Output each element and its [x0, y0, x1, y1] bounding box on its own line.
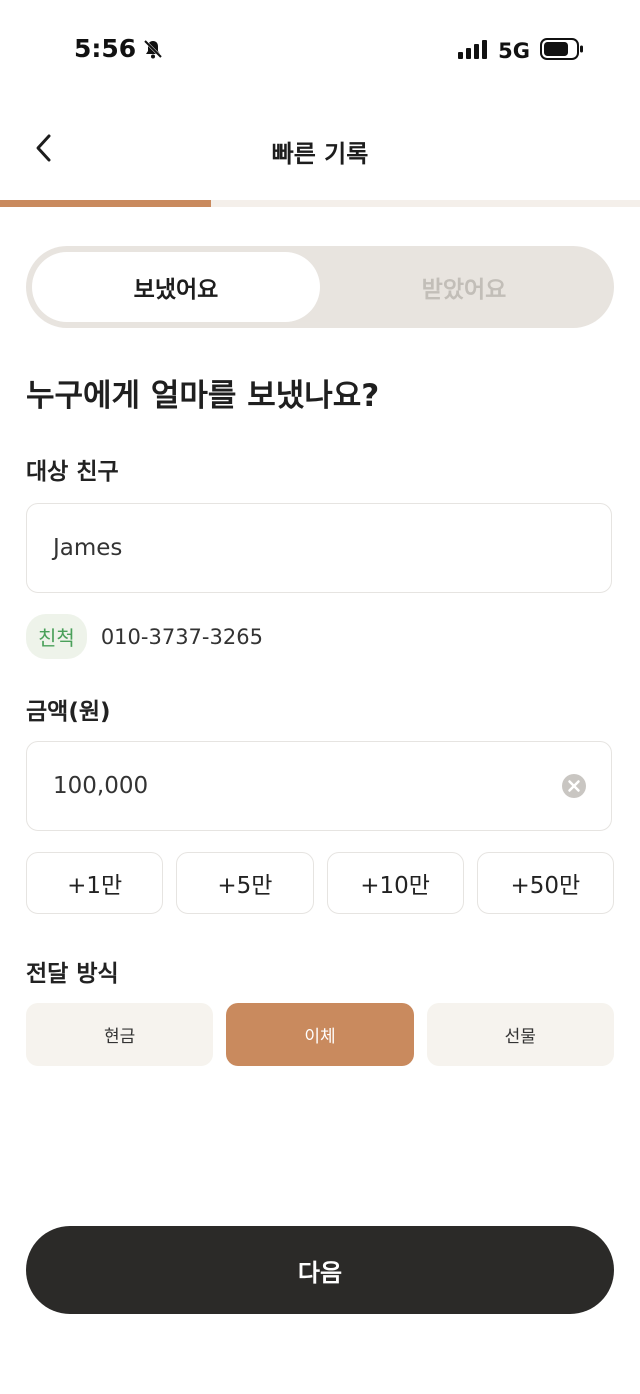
tab-received[interactable]: 받았어요: [320, 252, 608, 322]
status-right: 5G: [458, 38, 584, 64]
amount-section-label: 금액(원): [26, 699, 111, 725]
status-time: 5:56: [74, 34, 164, 63]
quick-add-buttons: +1만 +5만 +10만 +50만: [26, 852, 614, 914]
signal-icon: [458, 39, 488, 63]
method-gift-button[interactable]: 선물: [426, 1003, 614, 1066]
clear-circle-icon[interactable]: [561, 773, 587, 799]
time-text: 5:56: [74, 34, 137, 63]
progress-fill: [0, 200, 212, 207]
battery-icon: [540, 38, 584, 64]
tab-sent[interactable]: 보냈어요: [32, 252, 320, 322]
quick-add-500000-button[interactable]: +50만: [476, 852, 614, 914]
quick-add-100000-button[interactable]: +10만: [326, 852, 464, 914]
header: 빠른 기록: [0, 110, 640, 190]
method-options: 현금 이체 선물: [26, 1003, 614, 1066]
phone-number: 010-3737-3265: [100, 624, 263, 649]
quick-add-10000-button[interactable]: +1만: [26, 852, 164, 914]
status-bar: 5:56 5G: [0, 0, 640, 100]
friend-info: 친척 010-3737-3265: [26, 614, 263, 659]
method-cash-button[interactable]: 현금: [26, 1003, 214, 1066]
friend-input-value: James: [53, 535, 123, 561]
amount-input[interactable]: 100,000: [26, 741, 612, 831]
relation-badge: 친척: [26, 614, 87, 659]
friend-input[interactable]: James: [26, 503, 612, 593]
direction-toggle: 보냈어요 받았어요: [26, 246, 614, 328]
network-label: 5G: [498, 39, 530, 63]
progress-bar: [0, 200, 640, 207]
question-heading: 누구에게 얼마를 보냈나요?: [26, 378, 380, 414]
method-section-label: 전달 방식: [26, 961, 119, 987]
bell-off-icon: [142, 38, 164, 60]
quick-add-50000-button[interactable]: +5만: [176, 852, 314, 914]
page-title: 빠른 기록: [271, 140, 369, 168]
friend-section-label: 대상 친구: [26, 459, 119, 485]
method-transfer-button[interactable]: 이체: [226, 1003, 414, 1066]
next-button[interactable]: 다음: [26, 1226, 614, 1314]
amount-input-value: 100,000: [53, 773, 149, 799]
